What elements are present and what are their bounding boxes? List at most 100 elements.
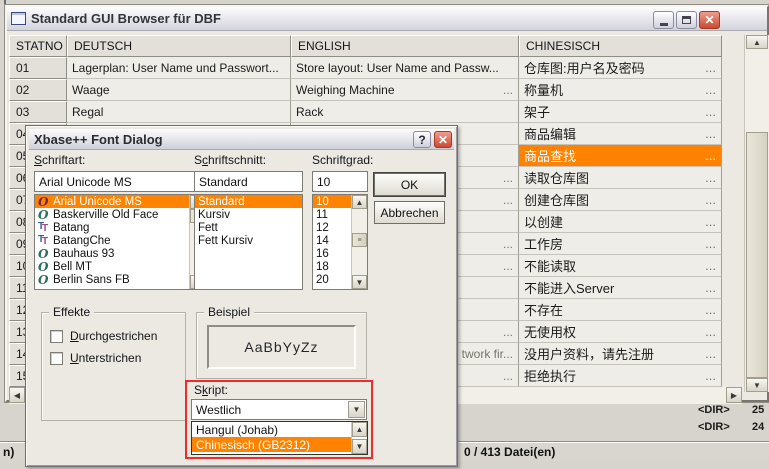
column-header-chinesisch[interactable]: CHINESISCH — [519, 35, 722, 57]
column-header-deutsch[interactable]: DEUTSCH — [67, 35, 291, 57]
truncation-ellipsis: ... — [701, 82, 716, 97]
scroll-down-icon[interactable]: ▼ — [746, 378, 768, 392]
font-style-list: StandardKursivFettFett Kursiv — [194, 194, 303, 290]
dir-value: 25 — [752, 404, 764, 416]
cell-english[interactable]: Weighing Machine... — [291, 79, 519, 101]
minimize-button[interactable] — [653, 11, 674, 29]
scroll-up-icon[interactable]: ▲ — [352, 422, 367, 437]
cell-chinesisch[interactable]: 架子... — [519, 101, 722, 123]
cell-deutsch[interactable]: Lagerplan: User Name und Passwort... — [67, 57, 291, 79]
cell-chinesisch[interactable]: 不能进入Server... — [519, 277, 722, 299]
cell-english[interactable]: Store layout: User Name and Passw... — [291, 57, 519, 79]
font-list-item[interactable]: OBerlin Sans FB — [35, 273, 205, 286]
vertical-scrollbar-thumb[interactable] — [746, 132, 768, 378]
truncation-ellipsis: ... — [701, 126, 716, 141]
cell-text: 工作房 — [524, 234, 563, 253]
dir-label: <DIR> — [698, 421, 738, 433]
cell-chinesisch[interactable]: 商品编辑... — [519, 123, 722, 145]
scroll-down-icon[interactable]: ▼ — [352, 439, 367, 454]
font-style-item[interactable]: Fett Kursiv — [195, 234, 302, 247]
skript-option[interactable]: Chinesisch (GB2312) — [192, 437, 351, 452]
font-style-item[interactable]: Fett — [195, 221, 302, 234]
scroll-up-icon[interactable]: ▲ — [352, 195, 367, 209]
ok-button[interactable]: OK — [374, 173, 445, 196]
vertical-scrollbar[interactable]: ▲ ▼ — [744, 35, 769, 392]
chevron-down-icon[interactable]: ▼ — [348, 401, 365, 418]
font-list-item[interactable]: OBaskerville Old Face — [35, 208, 205, 221]
opentype-icon: O — [38, 274, 51, 286]
cell-chinesisch[interactable]: 创建仓库图... — [519, 189, 722, 211]
cell-text: 无使用权 — [524, 322, 576, 341]
cancel-button[interactable]: Abbrechen — [374, 201, 445, 224]
skript-combobox[interactable]: Westlich ▼ — [191, 399, 367, 420]
column-header-statno[interactable]: STATNO — [9, 35, 67, 57]
scroll-left-icon[interactable]: ◀ — [9, 387, 25, 403]
skript-label: Skript: — [194, 383, 228, 397]
truncation-ellipsis: ... — [499, 171, 513, 185]
dir-label: <DIR> — [698, 404, 738, 416]
maximize-icon — [682, 16, 691, 24]
row-header-cell[interactable]: 02 — [9, 79, 67, 101]
directory-row: <DIR>24 — [698, 421, 769, 438]
unterstrichen-checkbox[interactable] — [50, 352, 63, 365]
scroll-down-icon[interactable]: ▼ — [352, 275, 367, 289]
size-list-scrollbar[interactable]: ▲ ≡ ▼ — [351, 195, 367, 289]
font-style-item[interactable]: Kursiv — [195, 208, 302, 221]
table-row: 03RegalRack架子... — [9, 101, 722, 123]
opentype-icon: O — [38, 196, 51, 208]
row-header-cell[interactable]: 01 — [9, 57, 67, 79]
table-row: 02WaageWeighing Machine...称量机... — [9, 79, 722, 101]
cell-chinesisch[interactable]: 没用户资料，请先注册... — [519, 343, 722, 365]
help-button[interactable]: ? — [413, 131, 431, 148]
maximize-button[interactable] — [676, 11, 697, 29]
cell-chinesisch[interactable]: 不存在... — [519, 299, 722, 321]
cell-chinesisch[interactable]: 不能读取... — [519, 255, 722, 277]
unterstrichen-label: Unterstrichen — [70, 351, 141, 365]
cell-deutsch[interactable]: Regal — [67, 101, 291, 123]
skript-option[interactable]: Hangul (Johab) — [192, 422, 351, 437]
cell-text: 不存在 — [524, 300, 563, 319]
font-sample: AaBbYyZz — [207, 325, 356, 369]
font-style-input[interactable]: Standard — [194, 171, 303, 192]
font-size-input[interactable]: 10 — [312, 171, 368, 192]
cell-chinesisch[interactable]: 仓库图:用户名及密码... — [519, 57, 722, 79]
dialog-title: Xbase++ Font Dialog — [34, 132, 163, 147]
column-header-english[interactable]: ENGLISH — [291, 35, 519, 57]
font-list-item[interactable]: TTBatangChe — [35, 234, 205, 247]
font-list-item[interactable]: OBauhaus 93 — [35, 247, 205, 260]
cell-text: 创建仓库图 — [524, 190, 589, 209]
cell-english[interactable]: Rack — [291, 101, 519, 123]
font-list: OArial Unicode MSOBaskerville Old FaceTT… — [34, 194, 206, 290]
font-style-item[interactable]: Standard — [195, 195, 302, 208]
scroll-up-icon[interactable]: ▲ — [746, 35, 768, 49]
font-name: BatangChe — [51, 235, 111, 247]
minimize-icon — [660, 23, 668, 26]
cell-chinesisch[interactable]: 拒绝执行... — [519, 365, 722, 387]
truncation-ellipsis: ... — [499, 193, 513, 207]
scroll-right-icon[interactable]: ▶ — [726, 387, 742, 403]
durchgestrichen-checkbox[interactable] — [50, 330, 63, 343]
truncation-ellipsis: ... — [701, 148, 716, 163]
row-header-cell[interactable]: 03 — [9, 101, 67, 123]
cell-deutsch[interactable]: Waage — [67, 79, 291, 101]
font-list-item[interactable]: TTBatang — [35, 221, 205, 234]
dialog-close-button[interactable]: ✕ — [434, 131, 452, 148]
cell-chinesisch[interactable]: 以创建... — [519, 211, 722, 233]
window-icon — [11, 12, 26, 25]
font-list-item[interactable]: OArial Unicode MS — [35, 195, 205, 208]
close-button[interactable]: ✕ — [699, 11, 720, 29]
cell-chinesisch[interactable]: 工作房... — [519, 233, 722, 255]
cell-text: 读取仓库图 — [524, 168, 589, 187]
cell-text: 仓库图:用户名及密码 — [524, 58, 645, 77]
cell-chinesisch[interactable]: 无使用权... — [519, 321, 722, 343]
font-name-input[interactable]: Arial Unicode MS — [34, 171, 206, 192]
size-list-scrollbar-thumb[interactable]: ≡ — [352, 233, 367, 247]
cell-text: 商品查找 — [524, 146, 576, 165]
cell-chinesisch[interactable]: 称量机... — [519, 79, 722, 101]
cell-chinesisch[interactable]: 读取仓库图... — [519, 167, 722, 189]
cell-chinesisch[interactable]: 商品查找... — [519, 145, 722, 167]
skript-list-scrollbar[interactable]: ▲ ▼ — [351, 422, 367, 454]
cell-text: Weighing Machine — [296, 83, 395, 97]
font-list-item[interactable]: OBell MT — [35, 260, 205, 273]
effekte-legend: Effekte — [49, 305, 94, 319]
